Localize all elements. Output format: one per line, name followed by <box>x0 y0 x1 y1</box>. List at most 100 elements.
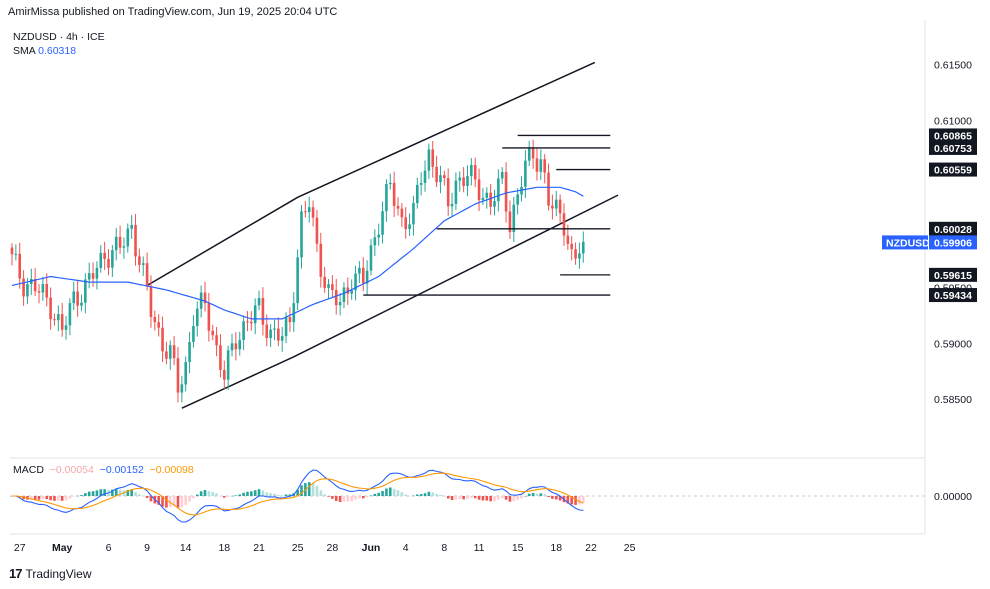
candle-body <box>192 326 195 343</box>
candlestick-series <box>10 139 585 403</box>
candle-body <box>454 180 458 204</box>
candle-body <box>288 317 292 323</box>
macd-histogram-bar <box>319 490 323 496</box>
candle-body <box>300 211 303 258</box>
candle-body <box>489 192 492 207</box>
macd-histogram-bar <box>435 494 438 496</box>
macd-histogram-bar <box>64 496 68 501</box>
macd-histogram-bar <box>145 496 149 499</box>
macd-histogram-bar <box>377 492 380 496</box>
time-tick-label: 11 <box>474 542 485 554</box>
macd-histogram-bar <box>103 489 106 496</box>
candle-body <box>141 263 145 265</box>
macd-histogram-bar <box>493 496 496 502</box>
candle-body <box>334 290 338 306</box>
macd-histogram-bar <box>134 492 137 496</box>
macd-histogram-bar <box>80 495 83 496</box>
macd-histogram-bar <box>284 494 288 496</box>
candle-body <box>107 258 110 268</box>
candle-body <box>188 342 191 363</box>
candle-body <box>551 205 554 209</box>
macd-histogram-bar <box>477 496 481 500</box>
macd-histogram-bar <box>323 494 326 496</box>
macd-histogram-bar <box>95 490 99 496</box>
candle-body <box>307 207 311 213</box>
candle-body <box>10 247 14 255</box>
candle-body <box>230 343 234 351</box>
tradingview-footer[interactable]: 17 TradingView <box>9 566 92 581</box>
candle-body <box>543 159 546 173</box>
candle-body <box>311 207 315 218</box>
candle-body <box>45 284 49 298</box>
macd-histogram-bar <box>416 494 419 496</box>
price-level-label: 0.59434 <box>934 290 972 302</box>
candle-body <box>57 314 60 321</box>
macd-histogram-bar <box>138 494 141 496</box>
candle-body <box>280 336 284 341</box>
candle-body <box>234 343 238 350</box>
candle-body <box>562 213 566 236</box>
macd-histogram-bar <box>350 496 353 502</box>
price-level-label: 0.60028 <box>934 224 972 236</box>
macd-histogram-bar <box>408 495 411 497</box>
candle-body <box>14 253 18 255</box>
price-level-label: 0.60865 <box>934 130 972 142</box>
macd-histogram-bar <box>431 492 435 496</box>
candle-body <box>242 321 245 340</box>
macd-histogram-bar <box>396 490 400 496</box>
macd-axis-label: 0.00000 <box>934 491 972 503</box>
macd-histogram-bar <box>404 494 408 496</box>
macd-histogram-bar <box>307 482 311 496</box>
candle-body <box>211 330 215 336</box>
macd-histogram-bar <box>481 496 485 501</box>
time-tick-label: 25 <box>292 542 304 554</box>
price-level-label: 0.59615 <box>934 270 972 282</box>
macd-histogram-bar <box>207 490 211 496</box>
macd-histogram-bar <box>257 489 261 496</box>
macd-histogram-bar <box>373 493 377 496</box>
macd-histogram-bar <box>489 496 492 502</box>
candle-body <box>84 279 87 303</box>
macd-histogram-bar <box>331 496 334 499</box>
time-tick-label: 15 <box>512 542 524 554</box>
candle-body <box>87 273 91 280</box>
candle-body <box>323 276 326 288</box>
macd-histogram-bar <box>311 482 315 496</box>
macd-histogram-bar <box>504 496 508 500</box>
candle-body <box>95 267 99 279</box>
candle-body <box>238 339 242 350</box>
macd-histogram-bar <box>87 491 91 496</box>
macd-histogram-bar <box>516 496 519 500</box>
candle-body <box>37 291 41 293</box>
tradingview-brand: TradingView <box>25 566 92 581</box>
price-chart[interactable]: 0.615000.610000.590000.585000.595000.000… <box>0 0 990 589</box>
candle-body <box>176 358 180 393</box>
time-tick-label: 8 <box>441 542 447 554</box>
candle-body <box>419 182 423 185</box>
macd-histogram-bar <box>365 496 369 498</box>
candle-body <box>450 203 454 207</box>
candle-body <box>18 253 22 279</box>
candle-body <box>377 234 380 238</box>
macd-histogram-bar <box>219 495 222 497</box>
macd-histogram-bar <box>141 495 145 497</box>
macd-histogram-bar <box>508 496 512 502</box>
candle-body <box>64 325 68 330</box>
candle-body <box>165 351 168 359</box>
candle-body <box>342 287 346 303</box>
candle-body <box>566 235 570 244</box>
macd-histogram-bar <box>273 493 276 496</box>
candle-body <box>253 305 257 324</box>
price-tick-label: 0.61000 <box>934 115 972 127</box>
macd-histogram-bar <box>192 496 195 499</box>
candle-body <box>261 298 265 325</box>
candle-body <box>554 199 558 209</box>
macd-histogram-bar <box>578 496 581 505</box>
candle-body <box>327 284 330 288</box>
candle-body <box>138 256 141 265</box>
candle-body <box>392 182 396 206</box>
candle-body <box>481 197 485 201</box>
time-tick-label: 21 <box>253 542 265 554</box>
candle-body <box>462 177 465 187</box>
candle-body <box>458 177 462 181</box>
